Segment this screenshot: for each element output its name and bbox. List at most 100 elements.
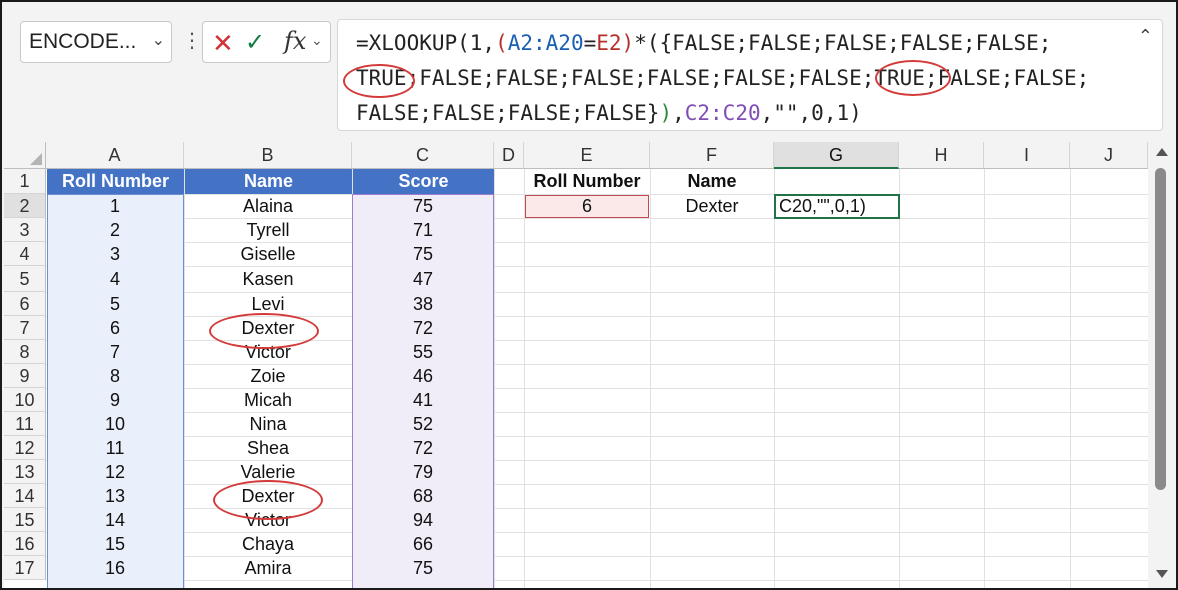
table-cell[interactable]: Alaina <box>184 194 352 218</box>
table-cell[interactable]: 15 <box>46 532 184 556</box>
table-cell[interactable]: 5 <box>46 292 184 316</box>
table-cell[interactable]: Giselle <box>184 242 352 266</box>
row-header-5[interactable]: 5 <box>4 266 46 292</box>
column-header-b[interactable]: B <box>184 142 352 169</box>
spreadsheet-grid[interactable]: A B C D E F G H I J 1 2 3 4 5 6 7 8 9 10 11 12 13 14 15 16 17 Roll … <box>4 142 1148 588</box>
table-cell[interactable]: Tyrell <box>184 218 352 242</box>
table-cell[interactable]: 79 <box>352 460 494 484</box>
lookup-roll-input[interactable]: 6 <box>524 194 650 218</box>
row-header-12[interactable]: 12 <box>4 436 46 460</box>
row-header-16[interactable]: 16 <box>4 532 46 556</box>
cancel-icon[interactable]: ✕ <box>212 28 234 59</box>
column-header-f[interactable]: F <box>650 142 774 169</box>
table-cell[interactable]: Zoie <box>184 364 352 388</box>
table-cell[interactable]: Kasen <box>184 266 352 292</box>
table-cell[interactable]: 52 <box>352 412 494 436</box>
name-box[interactable]: ENCODE... ⌄ <box>20 21 172 63</box>
annotation-circle <box>209 313 319 349</box>
row-header-7[interactable]: 7 <box>4 316 46 340</box>
scroll-down-icon[interactable] <box>1156 570 1168 578</box>
table-cell[interactable]: 4 <box>46 266 184 292</box>
column-header-j[interactable]: J <box>1070 142 1148 169</box>
collapse-formula-bar-icon[interactable]: ⌃ <box>1138 26 1153 47</box>
table-cell[interactable]: 11 <box>46 436 184 460</box>
table-cell[interactable]: Chaya <box>184 532 352 556</box>
name-box-value: ENCODE... <box>29 30 137 53</box>
column-header-g[interactable]: G <box>774 142 899 169</box>
more-options-icon[interactable]: ⋮ <box>182 28 202 53</box>
table-cell[interactable]: 1 <box>46 194 184 218</box>
table-cell[interactable]: 6 <box>46 316 184 340</box>
formula-bar[interactable]: =XLOOKUP(1,(A2:A20=E2)*({FALSE;FALSE;FAL… <box>337 19 1163 131</box>
row-header-15[interactable]: 15 <box>4 508 46 532</box>
table-header-cell[interactable]: Score <box>353 169 494 194</box>
chevron-down-icon[interactable]: ⌄ <box>152 30 165 50</box>
row-header-3[interactable]: 3 <box>4 218 46 242</box>
row-header-9[interactable]: 9 <box>4 364 46 388</box>
scroll-up-icon[interactable] <box>1156 148 1168 156</box>
vertical-scrollbar[interactable] <box>1150 142 1174 588</box>
table-cell[interactable]: 10 <box>46 412 184 436</box>
table-cell[interactable]: Nina <box>184 412 352 436</box>
row-header-11[interactable]: 11 <box>4 412 46 436</box>
table-cell[interactable]: 68 <box>352 484 494 508</box>
table-cell[interactable]: 75 <box>352 556 494 580</box>
gridline-vertical <box>774 169 775 588</box>
row-header-2[interactable]: 2 <box>4 194 46 218</box>
chevron-down-icon[interactable]: ⌄ <box>311 32 323 49</box>
table-cell[interactable]: 46 <box>352 364 494 388</box>
table-cell[interactable]: Shea <box>184 436 352 460</box>
table-cell[interactable]: 41 <box>352 388 494 412</box>
column-header-c[interactable]: C <box>352 142 494 169</box>
column-header-a[interactable]: A <box>46 142 184 169</box>
gridline-vertical <box>524 169 525 588</box>
table-cell[interactable]: 94 <box>352 508 494 532</box>
lookup-label-roll-number[interactable]: Roll Number <box>524 169 650 194</box>
row-header-6[interactable]: 6 <box>4 292 46 316</box>
row-header-10[interactable]: 10 <box>4 388 46 412</box>
lookup-label-name[interactable]: Name <box>650 169 774 194</box>
row-header-17[interactable]: 17 <box>4 556 46 580</box>
table-cell[interactable]: 3 <box>46 242 184 266</box>
table-cell[interactable]: 13 <box>46 484 184 508</box>
row-header-13[interactable]: 13 <box>4 460 46 484</box>
table-cell[interactable]: Amira <box>184 556 352 580</box>
table-cell[interactable]: 71 <box>352 218 494 242</box>
table-cell[interactable]: 8 <box>46 364 184 388</box>
table-cell[interactable]: 72 <box>352 436 494 460</box>
active-cell-edit-text[interactable]: C20,"",0,1) <box>774 194 899 218</box>
table-cell[interactable]: 16 <box>46 556 184 580</box>
table-cell[interactable]: 66 <box>352 532 494 556</box>
table-cell[interactable]: 12 <box>46 460 184 484</box>
row-header-8[interactable]: 8 <box>4 340 46 364</box>
formula-token: C2:C20 <box>684 101 761 125</box>
table-cell[interactable]: 75 <box>352 194 494 218</box>
table-cell[interactable]: 38 <box>352 292 494 316</box>
row-header-4[interactable]: 4 <box>4 242 46 266</box>
table-cell[interactable]: 72 <box>352 316 494 340</box>
column-header-i[interactable]: I <box>984 142 1070 169</box>
column-header-e[interactable]: E <box>524 142 650 169</box>
table-cell[interactable]: 9 <box>46 388 184 412</box>
scrollbar-thumb[interactable] <box>1155 168 1166 490</box>
column-header-d[interactable]: D <box>494 142 524 169</box>
table-cell[interactable]: 75 <box>352 242 494 266</box>
formula-line-3: FALSE;FALSE;FALSE;FALSE}),C2:C20,"",0,1) <box>356 101 862 125</box>
select-all-corner[interactable] <box>4 142 46 169</box>
row-header-14[interactable]: 14 <box>4 484 46 508</box>
table-header-cell[interactable]: Name <box>185 169 352 194</box>
table-cell[interactable]: 2 <box>46 218 184 242</box>
formula-token: , <box>672 101 685 125</box>
row-header-1[interactable]: 1 <box>4 169 46 194</box>
annotation-circle <box>343 64 415 98</box>
table-cell[interactable]: 7 <box>46 340 184 364</box>
table-cell[interactable]: 55 <box>352 340 494 364</box>
table-header-cell[interactable]: Roll Number <box>47 169 184 194</box>
table-cell[interactable]: Micah <box>184 388 352 412</box>
insert-function-icon[interactable]: fx <box>284 27 306 55</box>
table-cell[interactable]: 47 <box>352 266 494 292</box>
column-header-h[interactable]: H <box>899 142 984 169</box>
table-cell[interactable]: 14 <box>46 508 184 532</box>
enter-check-icon[interactable]: ✓ <box>245 28 265 57</box>
lookup-name-result[interactable]: Dexter <box>650 194 774 218</box>
